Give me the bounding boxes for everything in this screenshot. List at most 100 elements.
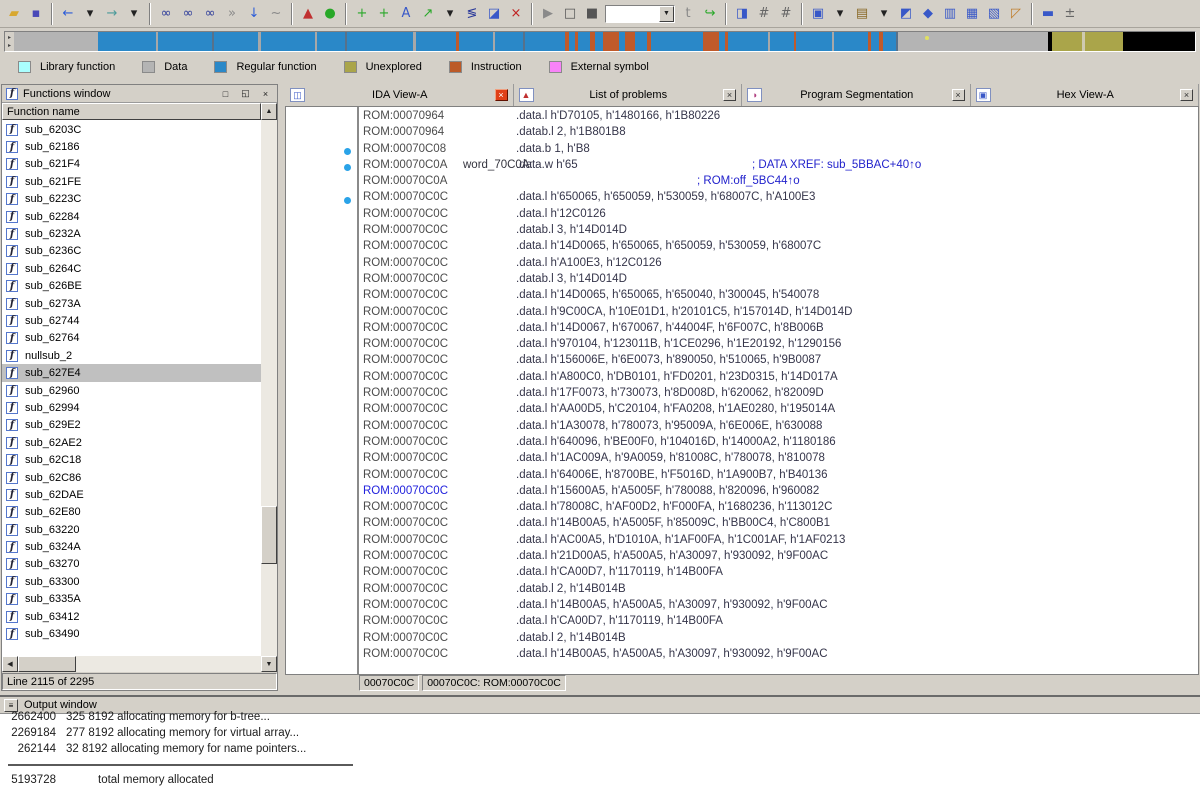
debug-run-icon[interactable]: ▶ — [537, 4, 559, 24]
tab-close-icon[interactable]: × — [952, 89, 965, 101]
create-struct-icon[interactable]: + — [351, 4, 373, 24]
list-item[interactable]: fsub_62960 — [2, 382, 261, 399]
desktop-save-history-icon[interactable]: ▾ — [829, 4, 851, 24]
create-array-icon[interactable]: + — [373, 4, 395, 24]
disasm-line[interactable]: ROM:00070C0C.data.l h'9C00CA, h'10E01D1,… — [359, 306, 1198, 322]
flow-chart-icon[interactable]: ▲ — [297, 4, 319, 24]
list-item[interactable]: fsub_6264C — [2, 260, 261, 277]
set-type-icon[interactable]: ≶ — [461, 4, 483, 24]
disasm-line[interactable]: ROM:00070C0C.datab.l 3, h'14D014D — [359, 224, 1198, 240]
list-item[interactable]: fsub_63270 — [2, 556, 261, 573]
disasm-line[interactable]: ROM:00070C0C.data.l h'156006E, h'6E0073,… — [359, 354, 1198, 370]
disasm-line[interactable]: ROM:00070C0C.data.l h'78008C, h'AF00D2, … — [359, 501, 1198, 517]
disasm-line[interactable]: ROM:00070C0C.data.l h'A800C0, h'DB0101, … — [359, 371, 1198, 387]
open-file-icon[interactable]: ▰ — [3, 4, 25, 24]
disasm-line[interactable]: ROM:00070C0C.datab.l 2, h'14B014B — [359, 583, 1198, 599]
list-item[interactable]: fsub_62764 — [2, 330, 261, 347]
strings-window-icon[interactable]: ▧ — [983, 4, 1005, 24]
list-item[interactable]: fsub_6203C — [2, 121, 261, 138]
desktop-load-history-icon[interactable]: ▾ — [873, 4, 895, 24]
list-item[interactable]: fsub_621F4 — [2, 156, 261, 173]
debug-pause-icon[interactable]: □ — [559, 4, 581, 24]
scroll-left-icon[interactable]: ◀ — [2, 656, 18, 672]
jump-address-icon[interactable]: ↓ — [243, 4, 265, 24]
function-prev-icon[interactable]: # — [753, 4, 775, 24]
undo-icon[interactable]: ~ — [265, 4, 287, 24]
debug-stop-icon[interactable]: ■ — [581, 4, 603, 24]
nav-forward-icon[interactable]: → — [101, 4, 123, 24]
list-item[interactable]: fsub_62994 — [2, 399, 261, 416]
list-item[interactable]: fsub_62C18 — [2, 451, 261, 468]
tab-close-icon[interactable]: × — [1180, 89, 1193, 101]
desktop-load-icon[interactable]: ▤ — [851, 4, 873, 24]
functions-vertical-scrollbar[interactable] — [261, 120, 277, 656]
attach-process-icon[interactable]: t — [677, 4, 699, 24]
disasm-line[interactable]: ROM:00070C0C.data.l h'CA00D7, h'1170119,… — [359, 566, 1198, 582]
desktop-save-icon[interactable]: ▣ — [807, 4, 829, 24]
list-item[interactable]: fsub_6324A — [2, 538, 261, 555]
disasm-line[interactable]: ROM:00070964.datab.l 2, h'1B801B8 — [359, 126, 1198, 142]
disasm-line[interactable]: ROM:00070C0C.data.l h'1A30078, h'780073,… — [359, 420, 1198, 436]
list-item[interactable]: fsub_63412 — [2, 608, 261, 625]
step-into-icon[interactable]: ↪ — [699, 4, 721, 24]
list-item[interactable]: fsub_62C86 — [2, 469, 261, 486]
maximize-icon[interactable]: □ — [218, 87, 233, 100]
list-item[interactable]: fsub_6335A — [2, 591, 261, 608]
disasm-line[interactable]: ROM:00070C0C.data.l h'21D00A5, h'A500A5,… — [359, 550, 1198, 566]
rename-icon[interactable]: A — [395, 4, 417, 24]
list-item[interactable]: fsub_62AE2 — [2, 434, 261, 451]
window-tile-icon[interactable]: ◩ — [895, 4, 917, 24]
notepad-icon[interactable]: ◸ — [1005, 4, 1027, 24]
disasm-line[interactable]: ROM:00070C0C.data.l h'14D0065, h'650065,… — [359, 289, 1198, 305]
ida-view-content[interactable]: ROM:00070964.data.l h'D70105, h'1480166,… — [285, 106, 1199, 675]
list-item[interactable]: fsub_62744 — [2, 312, 261, 329]
list-item[interactable]: fsub_62E80 — [2, 504, 261, 521]
scroll-up-icon[interactable]: ▲ — [261, 103, 277, 120]
navigation-band[interactable] — [14, 32, 1195, 51]
disasm-line[interactable]: ROM:00070C0C.data.l h'AA00D5, h'C20104, … — [359, 403, 1198, 419]
functions-horizontal-scrollbar[interactable] — [18, 656, 261, 672]
disasm-line[interactable]: ROM:00070964.data.l h'D70105, h'1480166,… — [359, 110, 1198, 126]
disasm-line[interactable]: ROM:00070C0C.data.l h'14D0067, h'670067,… — [359, 322, 1198, 338]
list-item[interactable]: fsub_62186 — [2, 138, 261, 155]
list-item[interactable]: fnullsub_2 — [2, 347, 261, 364]
analysis-indicator-icon[interactable]: ● — [319, 4, 341, 24]
list-item[interactable]: fsub_63300 — [2, 573, 261, 590]
functions-window-titlebar[interactable]: f Functions window □ ◱ × — [2, 85, 277, 103]
open-calls-icon[interactable]: ◨ — [731, 4, 753, 24]
disasm-line[interactable]: ROM:00070C0C.datab.l 3, h'14D014D — [359, 273, 1198, 289]
list-item[interactable]: fsub_62DAE — [2, 486, 261, 503]
nav-back-icon[interactable]: ← — [57, 4, 79, 24]
tab-ida-view[interactable]: ◫IDA View-A× — [285, 84, 514, 106]
list-item[interactable]: fsub_63490 — [2, 625, 261, 642]
segments-window-icon[interactable]: ▥ — [939, 4, 961, 24]
disasm-line[interactable]: ROM:00070C0C.data.l h'A100E3, h'12C0126 — [359, 257, 1198, 273]
keyboard-shortcuts-icon[interactable]: ▬ — [1037, 4, 1059, 24]
jump-xref-icon[interactable]: » — [221, 4, 243, 24]
disasm-line[interactable]: ROM:00070C0C.data.l h'12C0126 — [359, 208, 1198, 224]
list-item[interactable]: fsub_6236C — [2, 243, 261, 260]
function-name-column-header[interactable]: Function name — [2, 103, 261, 120]
list-item[interactable]: fsub_62284 — [2, 208, 261, 225]
disasm-line[interactable]: ROM:00070C0Aword_70C0A:.data.w h'65; DAT… — [359, 159, 1198, 175]
disasm-line[interactable]: ROM:00070C0C.data.l h'970104, h'123011B,… — [359, 338, 1198, 354]
search-text-icon[interactable]: ∞ — [177, 4, 199, 24]
disasm-line[interactable]: ROM:00070C0C.data.l h'14B00A5, h'A500A5,… — [359, 648, 1198, 664]
edit-colors-icon[interactable]: ◪ — [483, 4, 505, 24]
disasm-line[interactable]: ROM:00070C0C.data.l h'14B00A5, h'A500A5,… — [359, 599, 1198, 615]
tab-close-icon[interactable]: × — [723, 89, 736, 101]
disasm-line[interactable]: ROM:00070C0C.data.l h'14B00A5, h'A5005F,… — [359, 517, 1198, 533]
tab-close-icon[interactable]: × — [495, 89, 508, 101]
disasm-line[interactable]: ROM:00070C0C.data.l h'CA00D7, h'1170119,… — [359, 615, 1198, 631]
vertical-scrollbar-thumb[interactable] — [261, 506, 277, 564]
search-sequence-icon[interactable]: ∞ — [199, 4, 221, 24]
disasm-line[interactable]: ROM:00070C0C.data.l h'650065, h'650059, … — [359, 191, 1198, 207]
tab-problems[interactable]: ▲List of problems× — [514, 84, 743, 106]
disasm-line[interactable]: ROM:00070C0C.data.l h'1AC009A, h'9A0059,… — [359, 452, 1198, 468]
jump-next-icon[interactable]: ↗ — [417, 4, 439, 24]
chevron-down-icon[interactable]: ▼ — [659, 6, 674, 22]
nav-back-history-icon[interactable]: ▾ — [79, 4, 101, 24]
list-item[interactable]: fsub_6273A — [2, 295, 261, 312]
restore-icon[interactable]: ◱ — [238, 87, 253, 100]
scroll-down-icon[interactable]: ▼ — [261, 656, 277, 672]
